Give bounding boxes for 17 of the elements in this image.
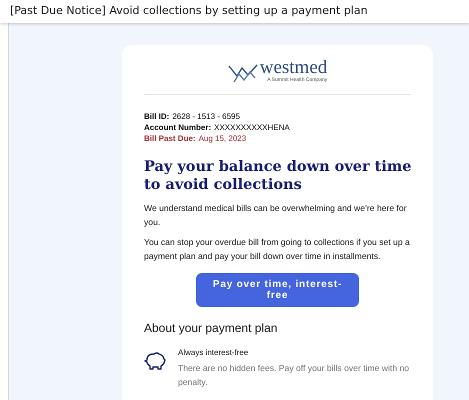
section-title: About your payment plan	[144, 320, 278, 337]
detail-value: Aug 15, 2023	[198, 133, 246, 144]
feature-title: Always interest-free	[178, 347, 250, 358]
body-paragraph: We understand medical bills can be overwhelming and we’re here for you.	[144, 202, 408, 229]
detail-label: Account Number:	[144, 122, 212, 133]
detail-value: XXXXXXXXXXHENA	[214, 122, 290, 133]
logo-wordmark: westmed	[260, 59, 328, 76]
detail-label: Bill ID:	[144, 111, 170, 122]
logo-icon	[228, 62, 258, 84]
piggy-bank-icon	[144, 351, 166, 371]
email-subject: [Past Due Notice] Avoid collections by setting up a payment plan	[10, 3, 368, 20]
detail-label: Bill Past Due:	[144, 133, 196, 144]
pay-over-time-button[interactable]: Pay over time, interest-free	[196, 273, 359, 307]
body-paragraph: You can stop your overdue bill from going to collections if you set up a payment plan and pay your bill down over time in installments.	[144, 236, 411, 263]
headline: Pay your balance down over time to avoid collections	[144, 158, 412, 194]
feature-description: There are no hidden fees. Pay off your bills over time with no penalty.	[178, 362, 410, 389]
detail-value: 2628 - 1513 - 6595	[172, 111, 240, 122]
